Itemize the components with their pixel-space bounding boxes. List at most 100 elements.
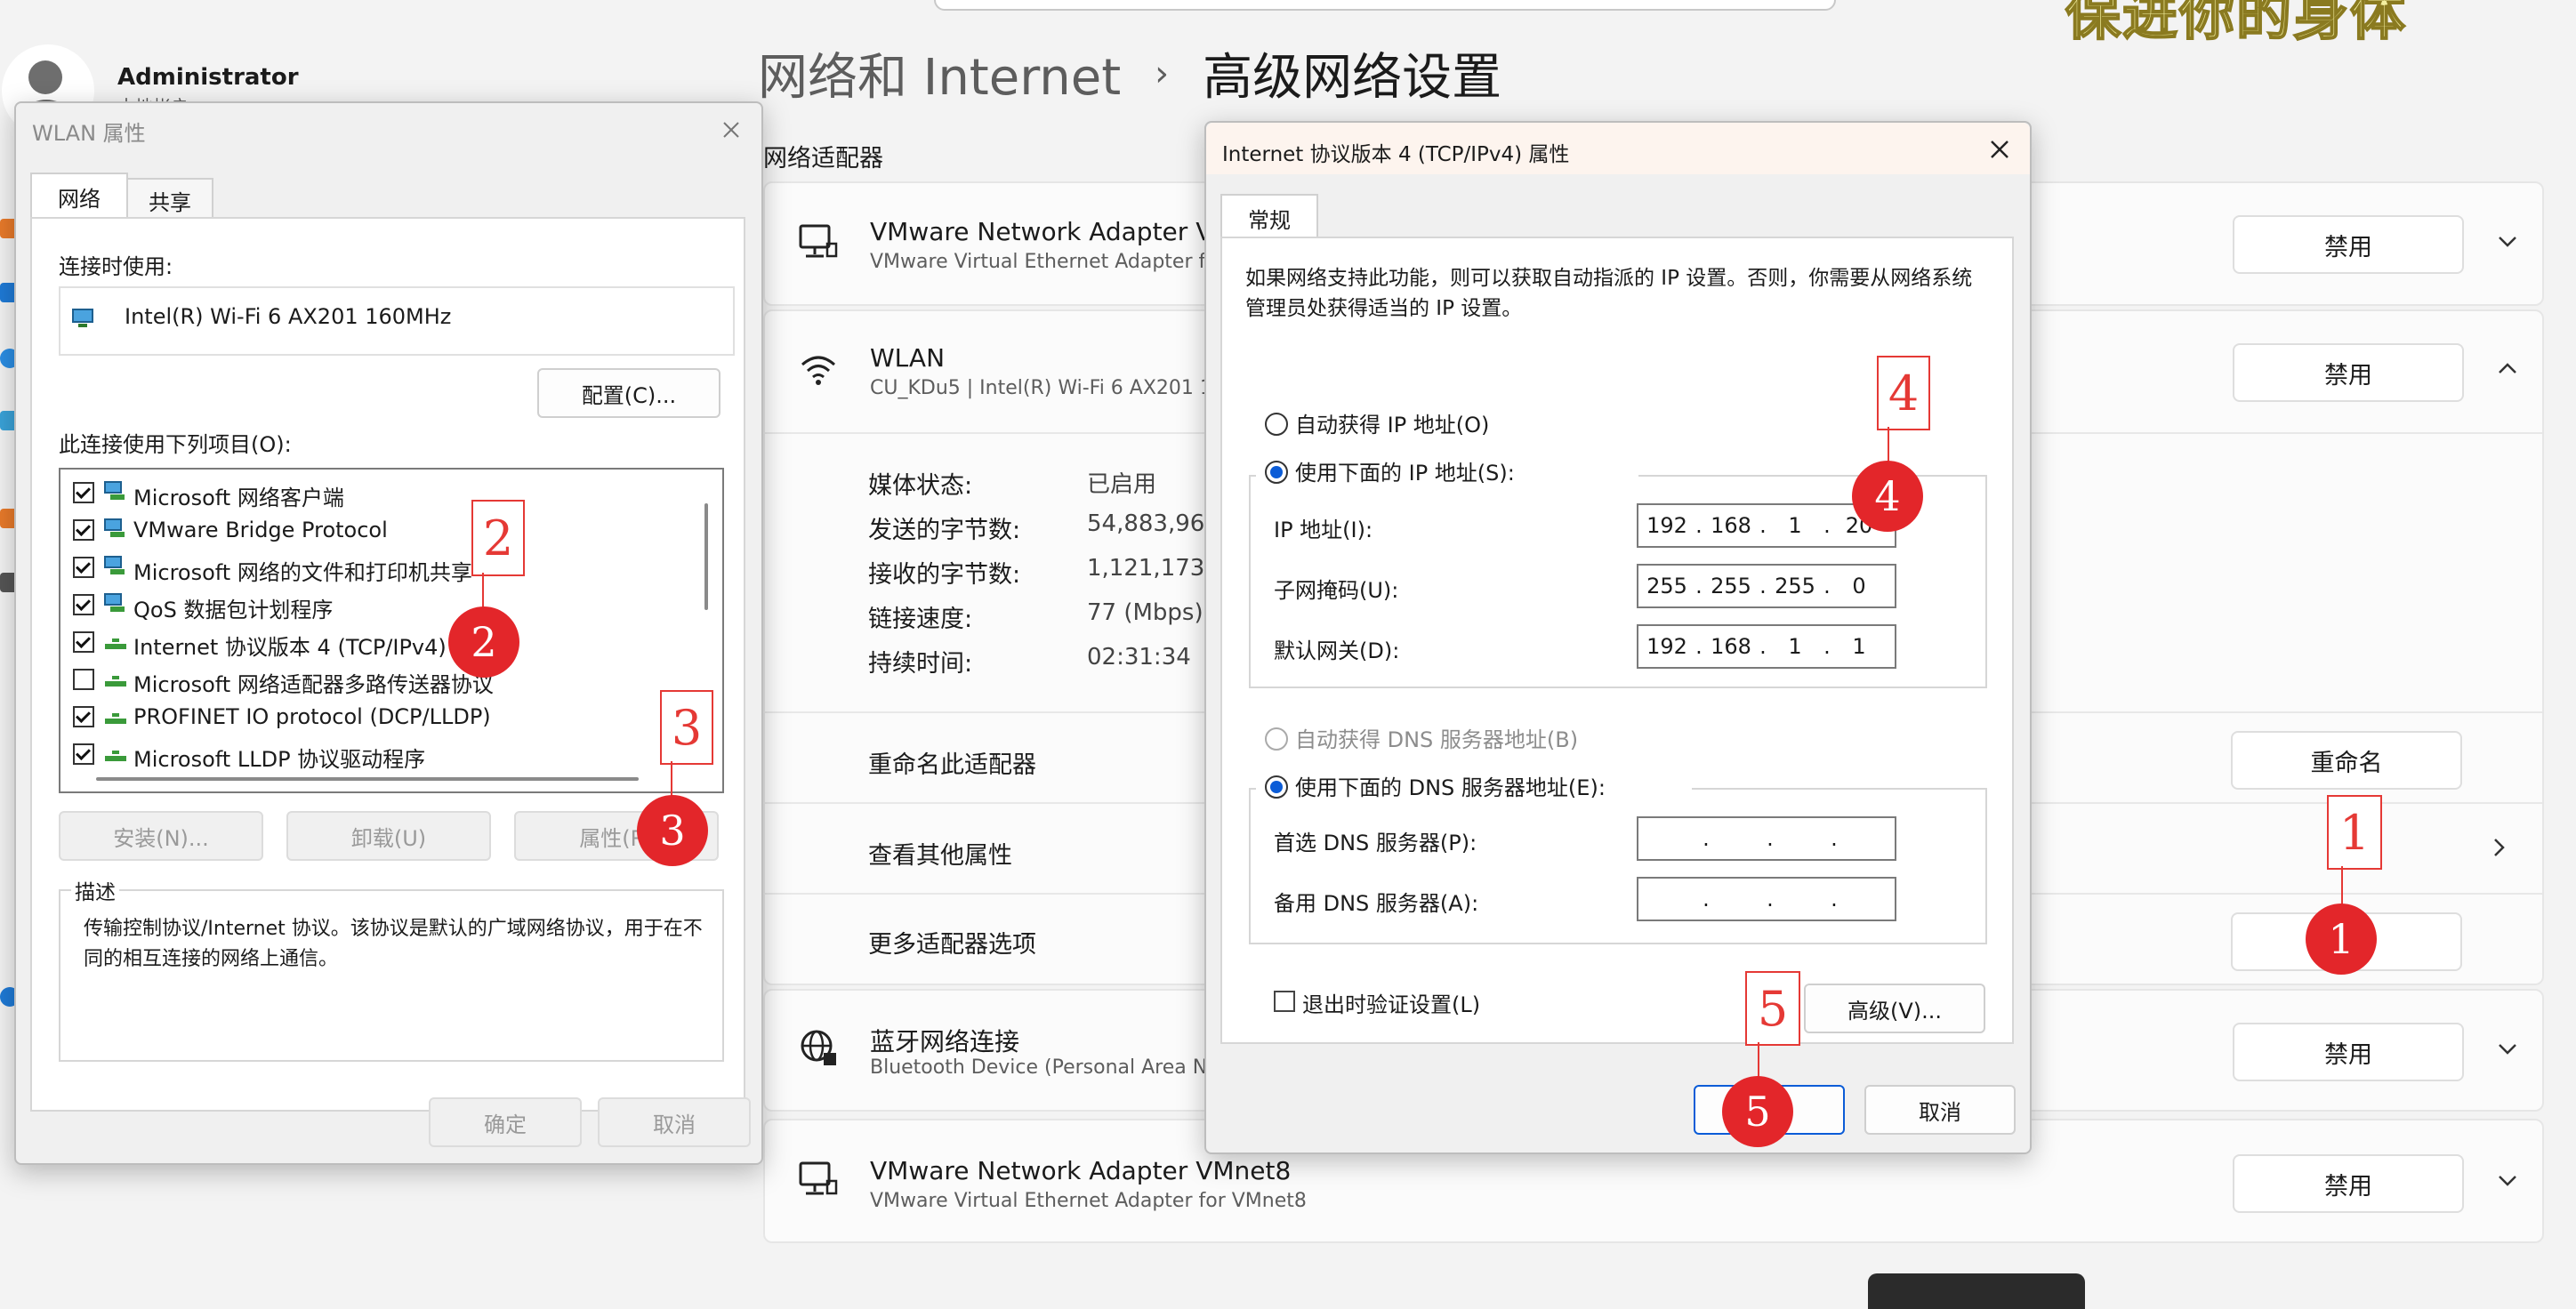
item-checkbox[interactable] — [73, 594, 94, 615]
tab-sharing[interactable]: 共享 — [126, 178, 213, 221]
auto-ip-label[interactable]: 自动获得 IP 地址(O) — [1295, 407, 1489, 438]
annotation-line — [1758, 1042, 1759, 1078]
ok-button[interactable]: 确定 — [429, 1097, 582, 1147]
close-icon — [1991, 141, 2008, 158]
alternate-dns-input[interactable]: ... — [1637, 877, 1896, 921]
ip-octet: 1 — [1788, 513, 1802, 538]
items-list[interactable]: Microsoft 网络客户端 VMware Bridge Protocol M… — [59, 468, 724, 793]
annotation-marker: 4 — [1852, 461, 1923, 532]
manual-ip-label[interactable]: 使用下面的 IP 地址(S): — [1295, 455, 1515, 486]
breadcrumb-parent[interactable]: 网络和 Internet — [758, 37, 1121, 109]
uninstall-button[interactable]: 卸载(U) — [286, 811, 491, 861]
annotation-line — [1888, 427, 1889, 462]
rename-adapter-label: 重命名此适配器 — [868, 751, 1036, 779]
chevron-down-icon[interactable] — [2496, 1037, 2519, 1060]
annotation-marker: 2 — [448, 606, 519, 678]
tab-network[interactable]: 网络 — [30, 173, 128, 219]
list-item[interactable]: Microsoft 网络的文件和打印机共享 — [60, 550, 683, 585]
connect-using-label: 连接时使用: — [59, 254, 173, 279]
item-checkbox[interactable] — [73, 482, 94, 503]
configure-button[interactable]: 配置(C)... — [537, 368, 720, 418]
ip-octet: 168 — [1711, 513, 1751, 538]
item-checkbox[interactable] — [73, 631, 94, 653]
item-checkbox[interactable] — [73, 706, 94, 727]
item-checkbox[interactable] — [73, 669, 94, 690]
horizontal-scrollbar[interactable] — [96, 777, 639, 781]
ip-octet: 1 — [1788, 634, 1802, 659]
network-adapter-icon — [72, 309, 93, 327]
list-item[interactable]: QoS 数据包计划程序 — [60, 587, 683, 622]
adapter-name: 蓝牙网络连接 — [870, 1027, 1020, 1056]
cancel-button[interactable]: 取消 — [1864, 1085, 2016, 1135]
detail-value: 77 (Mbps) — [1087, 599, 1203, 626]
item-label: Microsoft 网络客户端 — [133, 486, 344, 510]
vertical-scrollbar[interactable] — [704, 503, 708, 610]
item-checkbox[interactable] — [73, 519, 94, 541]
chevron-right-icon[interactable] — [2487, 836, 2510, 859]
auto-dns-radio[interactable] — [1265, 727, 1288, 751]
more-options-label: 更多适配器选项 — [868, 931, 1036, 959]
detail-value: 已启用 — [1087, 471, 1157, 498]
section-label: 网络适配器 — [763, 145, 883, 173]
cancel-button[interactable]: 取消 — [598, 1097, 751, 1147]
list-item[interactable]: PROFINET IO protocol (DCP/LLDP) — [60, 699, 683, 735]
ip-address-label: IP 地址(I): — [1274, 518, 1373, 542]
advanced-button[interactable]: 高级(V)... — [1804, 984, 1985, 1033]
validate-checkbox[interactable] — [1274, 991, 1295, 1012]
annotation-box: 3 — [660, 690, 713, 765]
chevron-up-icon[interactable] — [2496, 357, 2519, 381]
view-properties-label[interactable]: 查看其他属性 — [868, 836, 1012, 871]
items-label: 此连接使用下列项目(O): — [59, 432, 292, 457]
preferred-dns-input[interactable]: ... — [1637, 816, 1896, 861]
close-button[interactable] — [713, 112, 749, 148]
detail-label: 链接速度: — [868, 606, 973, 633]
disable-button[interactable]: 禁用 — [2233, 215, 2464, 274]
item-checkbox[interactable] — [73, 743, 94, 765]
item-label: Microsoft 网络的文件和打印机共享 — [133, 560, 472, 585]
item-label: Internet 协议版本 4 (TCP/IPv4) — [133, 635, 447, 660]
subnet-mask-input[interactable]: 255. 255. 255. 0 — [1637, 564, 1896, 608]
protocol-icon — [105, 751, 126, 761]
annotation-box: 5 — [1745, 971, 1800, 1046]
annotation-line — [671, 761, 672, 797]
chevron-down-icon[interactable] — [2496, 229, 2519, 253]
chevron-down-icon[interactable] — [2496, 1168, 2519, 1192]
dialog-title: Internet 协议版本 4 (TCP/IPv4) 属性 — [1222, 143, 1570, 166]
ip-octet: 168 — [1711, 634, 1751, 659]
list-item[interactable]: Microsoft LLDP 协议驱动程序 — [60, 736, 683, 772]
qos-icon — [104, 593, 125, 612]
list-item[interactable]: Microsoft 网络客户端 — [60, 475, 683, 510]
description-text: 传输控制协议/Internet 协议。该协议是默认的广域网络协议，用于在不同的相… — [84, 918, 703, 970]
auto-ip-radio[interactable] — [1265, 413, 1288, 436]
monitor-network-icon — [799, 1161, 838, 1195]
close-button[interactable] — [1982, 132, 2017, 167]
adapter-desc: VMware Virtual Ethernet Adapter for VMne… — [870, 1190, 1307, 1212]
validate-label[interactable]: 退出时验证设置(L) — [1302, 987, 1480, 1018]
install-button[interactable]: 安装(N)... — [59, 811, 263, 861]
search-box[interactable] — [934, 0, 1836, 11]
item-label: PROFINET IO protocol (DCP/LLDP) — [133, 704, 491, 729]
detail-value: 54,883,965 — [1087, 510, 1220, 537]
disable-button[interactable]: 禁用 — [2233, 1023, 2464, 1081]
rename-button[interactable]: 重命名 — [2231, 731, 2462, 790]
adapter-name: WLAN — [870, 343, 946, 373]
manual-dns-radio[interactable] — [1265, 775, 1288, 799]
breadcrumb-separator: › — [1155, 52, 1170, 94]
list-item[interactable]: VMware Bridge Protocol — [60, 512, 683, 548]
ip-octet: 0 — [1852, 574, 1866, 598]
tab-general[interactable]: 常规 — [1220, 194, 1318, 240]
manual-ip-radio[interactable] — [1265, 461, 1288, 484]
list-item[interactable]: Internet 协议版本 4 (TCP/IPv4) — [60, 624, 683, 660]
list-item[interactable]: Microsoft 网络适配器多路传送器协议 — [60, 662, 683, 697]
manual-dns-label[interactable]: 使用下面的 DNS 服务器地址(E): — [1295, 770, 1606, 801]
disable-button[interactable]: 禁用 — [2233, 343, 2464, 402]
ip-octet: 255 — [1711, 574, 1751, 598]
annotation-box: 2 — [471, 500, 525, 576]
auto-dns-label[interactable]: 自动获得 DNS 服务器地址(B) — [1295, 722, 1578, 753]
default-gateway-input[interactable]: 192. 168. 1. 1 — [1637, 624, 1896, 669]
item-checkbox[interactable] — [73, 557, 94, 578]
wlan-properties-dialog: WLAN 属性 网络 共享 连接时使用: Intel(R) Wi-Fi 6 AX… — [14, 101, 763, 1165]
disable-button[interactable]: 禁用 — [2233, 1154, 2464, 1213]
monitor-network-icon — [799, 224, 838, 258]
description-label: 描述 — [71, 875, 119, 905]
